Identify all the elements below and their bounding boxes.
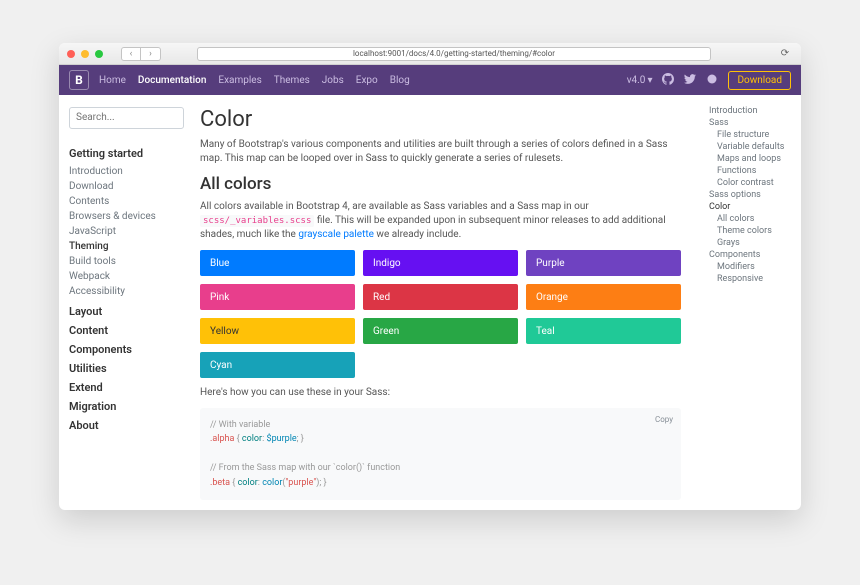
nav-buttons: ‹ › (121, 47, 161, 61)
sidebar-item-javascript[interactable]: JavaScript (69, 224, 184, 239)
sidebar-item-contents[interactable]: Contents (69, 194, 184, 209)
close-icon[interactable] (67, 50, 75, 58)
nav-link-examples[interactable]: Examples (218, 75, 261, 86)
toc-theme-colors[interactable]: Theme colors (709, 225, 793, 237)
swatch-teal: Teal (526, 318, 681, 344)
back-button[interactable]: ‹ (121, 47, 141, 61)
nav-link-home[interactable]: Home (99, 75, 126, 86)
sidebar-item-accessibility[interactable]: Accessibility (69, 284, 184, 299)
search-input[interactable] (69, 107, 184, 129)
maximize-icon[interactable] (95, 50, 103, 58)
sidebar-item-webpack[interactable]: Webpack (69, 269, 184, 284)
toc-color[interactable]: Color (709, 201, 793, 213)
swatch-red: Red (363, 284, 518, 310)
sidebar-section-layout[interactable]: Layout (69, 305, 184, 318)
nav-link-documentation[interactable]: Documentation (138, 75, 206, 86)
swatch-green: Green (363, 318, 518, 344)
allcolors-text: All colors available in Bootstrap 4, are… (200, 200, 681, 242)
sidebar-item-introduction[interactable]: Introduction (69, 164, 184, 179)
chevron-down-icon: ▾ (647, 75, 652, 86)
brand-icon[interactable]: B (69, 70, 89, 90)
twitter-icon[interactable] (684, 73, 696, 88)
nav-link-themes[interactable]: Themes (274, 75, 310, 86)
toc-responsive[interactable]: Responsive (709, 273, 793, 285)
sidebar-section-extend[interactable]: Extend (69, 381, 184, 394)
sidebar: Getting startedIntroductionDownloadConte… (59, 95, 194, 510)
top-nav: B Home Documentation Examples Themes Jobs Exp… (59, 65, 801, 95)
toc-maps-and-loops[interactable]: Maps and loops (709, 153, 793, 165)
minimize-icon[interactable] (81, 50, 89, 58)
sidebar-section-getting-started[interactable]: Getting started (69, 147, 184, 160)
swatch-yellow: Yellow (200, 318, 355, 344)
titlebar: ‹ › localhost:9001/docs/4.0/getting-star… (59, 43, 801, 65)
toc-variable-defaults[interactable]: Variable defaults (709, 141, 793, 153)
nav-link-blog[interactable]: Blog (390, 75, 410, 86)
code-block: Copy // With variable .alpha { color: $p… (200, 408, 681, 500)
slack-icon[interactable] (706, 73, 718, 88)
toc-sass[interactable]: Sass (709, 117, 793, 129)
copy-button[interactable]: Copy (655, 414, 673, 427)
sidebar-section-migration[interactable]: Migration (69, 400, 184, 413)
version-dropdown[interactable]: v4.0 ▾ (627, 75, 653, 86)
toc-sass-options[interactable]: Sass options (709, 189, 793, 201)
sidebar-section-components[interactable]: Components (69, 343, 184, 356)
swatch-purple: Purple (526, 250, 681, 276)
sidebar-section-content[interactable]: Content (69, 324, 184, 337)
toc-functions[interactable]: Functions (709, 165, 793, 177)
sidebar-section-about[interactable]: About (69, 419, 184, 432)
palette-link[interactable]: grayscale palette (298, 229, 374, 240)
toc: IntroductionSassFile structureVariable d… (701, 95, 801, 510)
toc-components[interactable]: Components (709, 249, 793, 261)
github-icon[interactable] (662, 73, 674, 88)
swatch-orange: Orange (526, 284, 681, 310)
browser-window: ‹ › localhost:9001/docs/4.0/getting-star… (59, 43, 801, 510)
toc-grays[interactable]: Grays (709, 237, 793, 249)
sidebar-item-build-tools[interactable]: Build tools (69, 254, 184, 269)
section-heading: All colors (200, 174, 681, 194)
refresh-icon[interactable]: ⟳ (777, 48, 793, 59)
sidebar-item-browsers-devices[interactable]: Browsers & devices (69, 209, 184, 224)
url-bar[interactable]: localhost:9001/docs/4.0/getting-started/… (197, 47, 711, 61)
intro-text: Many of Bootstrap's various components a… (200, 138, 681, 166)
usage-text: Here's how you can use these in your Sas… (200, 386, 681, 400)
swatch-pink: Pink (200, 284, 355, 310)
sidebar-item-download[interactable]: Download (69, 179, 184, 194)
nav-link-expo[interactable]: Expo (356, 75, 378, 86)
swatch-indigo: Indigo (363, 250, 518, 276)
toc-all-colors[interactable]: All colors (709, 213, 793, 225)
toc-color-contrast[interactable]: Color contrast (709, 177, 793, 189)
swatch-blue: Blue (200, 250, 355, 276)
forward-button[interactable]: › (141, 47, 161, 61)
toc-file-structure[interactable]: File structure (709, 129, 793, 141)
main-content: Color Many of Bootstrap's various compon… (194, 95, 701, 510)
download-button[interactable]: Download (728, 71, 791, 90)
page-title: Color (200, 107, 681, 132)
sidebar-section-utilities[interactable]: Utilities (69, 362, 184, 375)
sidebar-item-theming[interactable]: Theming (69, 239, 184, 254)
toc-modifiers[interactable]: Modifiers (709, 261, 793, 273)
nav-link-jobs[interactable]: Jobs (322, 75, 344, 86)
toc-introduction[interactable]: Introduction (709, 105, 793, 117)
scss-path: scss/_variables.scss (200, 215, 314, 227)
swatch-cyan: Cyan (200, 352, 355, 378)
